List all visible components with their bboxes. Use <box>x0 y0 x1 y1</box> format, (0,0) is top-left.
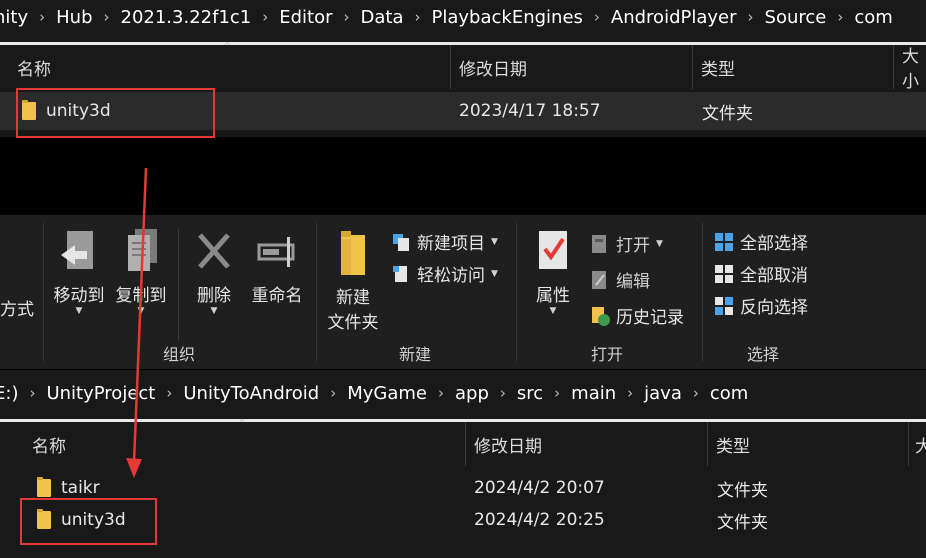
annotation-arrow <box>126 167 148 478</box>
